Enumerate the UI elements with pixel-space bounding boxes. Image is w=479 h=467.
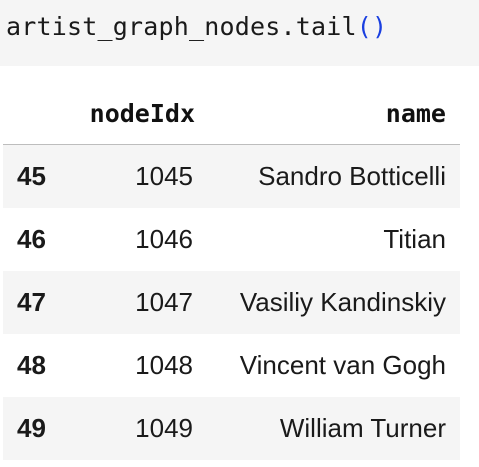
cell-name: William Turner <box>279 413 446 443</box>
cell-nodeidx: 1048 <box>135 350 193 380</box>
row-index: 46 <box>17 224 46 254</box>
cell-output: nodeIdx name 45 1045 Sandro Botticelli 4… <box>0 82 479 460</box>
row-index: 48 <box>17 350 46 380</box>
table-header-row: nodeIdx name <box>3 82 460 145</box>
table-row: 46 1046 Titian <box>3 208 460 271</box>
table-row: 45 1045 Sandro Botticelli <box>3 144 460 208</box>
row-index: 47 <box>17 287 46 317</box>
table-row: 47 1047 Vasiliy Kandinskiy <box>3 271 460 334</box>
dataframe-table: nodeIdx name 45 1045 Sandro Botticelli 4… <box>3 82 460 460</box>
cell-name: Sandro Botticelli <box>258 161 446 191</box>
table-row: 48 1048 Vincent van Gogh <box>3 334 460 397</box>
table-row: 49 1049 William Turner <box>3 397 460 460</box>
code-parens: () <box>356 12 388 41</box>
code-cell[interactable]: artist_graph_nodes.tail() <box>0 0 479 66</box>
cell-name: Vincent van Gogh <box>239 350 446 380</box>
cell-name: Titian <box>383 224 446 254</box>
column-header-nodeidx: nodeIdx <box>83 82 209 145</box>
code-text: artist_graph_nodes.tail <box>6 12 357 41</box>
column-header-name: name <box>209 82 460 145</box>
cell-name: Vasiliy Kandinskiy <box>239 287 446 317</box>
row-index: 45 <box>17 161 46 191</box>
cell-nodeidx: 1046 <box>135 224 193 254</box>
cell-nodeidx: 1045 <box>135 161 193 191</box>
cell-nodeidx: 1047 <box>135 287 193 317</box>
row-index: 49 <box>17 413 46 443</box>
code-input[interactable]: artist_graph_nodes.tail() <box>6 8 387 46</box>
cell-nodeidx: 1049 <box>135 413 193 443</box>
index-header <box>3 82 83 145</box>
